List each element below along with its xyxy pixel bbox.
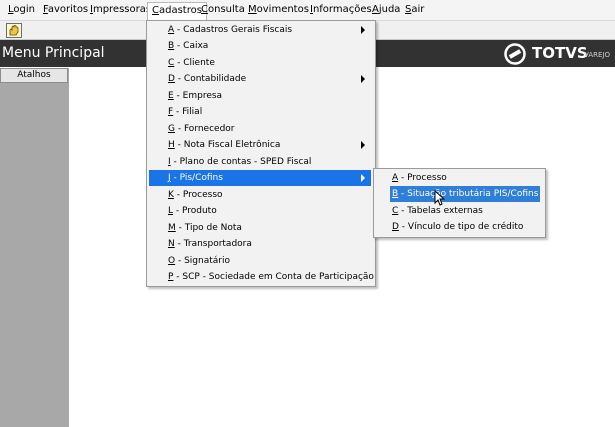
- menu-favoritos[interactable]: Favoritos: [43, 4, 88, 16]
- item-label: - Vínculo de tipo de crédito: [398, 222, 524, 232]
- item-label: - Nota Fiscal Eletrônica: [174, 140, 281, 150]
- menu-ajuda-label: juda: [378, 4, 401, 15]
- cadastros-item-g[interactable]: G - Fornecedor: [149, 121, 371, 137]
- menu-movimentos-label: ovimentos: [256, 4, 309, 15]
- menu-informacoes-label: nformações: [312, 4, 372, 15]
- cadastros-item-h[interactable]: H - Nota Fiscal Eletrônica: [149, 137, 371, 153]
- menu-consulta-label: onsulta: [207, 4, 245, 15]
- item-label: - Cadastros Gerais Fiscais: [174, 25, 293, 35]
- menu-impressoras-label: mpressoras: [92, 4, 152, 15]
- menu-consulta[interactable]: Consulta: [201, 4, 245, 16]
- item-label: - SCP - Sociedade em Conta de Participaç…: [173, 272, 374, 282]
- cadastros-item-e[interactable]: E - Empresa: [149, 88, 371, 104]
- menu-login-label: ogin: [13, 4, 35, 15]
- menu-ajuda-accel: A: [372, 4, 379, 15]
- menu-cadastros[interactable]: Cadastros: [147, 2, 207, 20]
- cadastros-item-l[interactable]: L - Produto: [149, 203, 371, 219]
- item-label: - Contabilidade: [174, 74, 247, 84]
- menu-movimentos[interactable]: Movimentos: [248, 4, 309, 16]
- item-label: - Processo: [398, 173, 447, 183]
- item-key: H: [168, 140, 175, 150]
- item-label: - Signatário: [175, 256, 230, 266]
- item-label: - Fornecedor: [174, 124, 235, 134]
- cadastros-item-f[interactable]: F - Filial: [149, 104, 371, 120]
- menu-favoritos-label: avoritos: [47, 4, 89, 15]
- item-key: N: [168, 239, 175, 249]
- menu-bar: Login Favoritos Impressoras Cadastros Co…: [0, 0, 615, 21]
- cadastros-menu: A - Cadastros Gerais Fiscais B - Caixa C…: [146, 20, 376, 287]
- cadastros-item-b[interactable]: B - Caixa: [149, 38, 371, 54]
- item-key: M: [168, 223, 176, 233]
- menu-sair[interactable]: Sair: [405, 4, 424, 16]
- item-label: - Caixa: [174, 41, 209, 51]
- toolbar-button[interactable]: [6, 23, 22, 38]
- menu-cadastros-accel: C: [152, 5, 159, 16]
- item-label: - Tipo de Nota: [175, 223, 242, 233]
- submenu-arrow-icon: [361, 174, 365, 182]
- item-label: - Produto: [173, 206, 217, 216]
- sidebar: Atalhos: [0, 68, 69, 427]
- item-label: - Empresa: [173, 91, 223, 101]
- cadastros-item-m[interactable]: M - Tipo de Nota: [149, 220, 371, 236]
- menu-impressoras[interactable]: Impressoras: [90, 4, 151, 16]
- item-key: D: [168, 74, 175, 84]
- submenu-arrow-icon: [361, 141, 365, 149]
- logo-subtext: VAREJO: [584, 51, 610, 59]
- cadastros-item-a[interactable]: A - Cadastros Gerais Fiscais: [149, 22, 371, 38]
- item-label: - Plano de contas - SPED Fiscal: [170, 157, 312, 167]
- submenu-arrow-icon: [361, 75, 365, 83]
- piscofins-item-d[interactable]: D - Vínculo de tipo de crédito: [390, 219, 540, 235]
- item-key: G: [168, 124, 175, 134]
- menu-cadastros-label: adastros: [158, 5, 202, 16]
- totvs-logo-icon: [504, 43, 526, 68]
- logo-text: TOTVS: [532, 44, 588, 62]
- item-label: - Processo: [173, 190, 223, 200]
- tab-atalhos[interactable]: Atalhos: [0, 68, 68, 83]
- item-label: - Cliente: [174, 58, 215, 68]
- piscofins-item-c[interactable]: C - Tabelas externas: [390, 203, 540, 219]
- menu-consulta-accel: C: [201, 4, 208, 15]
- cadastros-item-n[interactable]: N - Transportadora: [149, 236, 371, 252]
- menu-informacoes[interactable]: Informações: [310, 4, 372, 16]
- cadastros-item-i[interactable]: I - Plano de contas - SPED Fiscal: [149, 154, 371, 170]
- page-title: Menu Principal: [2, 45, 105, 61]
- piscofins-item-a[interactable]: A - Processo: [390, 170, 540, 186]
- cadastros-item-p[interactable]: P - SCP - Sociedade em Conta de Particip…: [149, 269, 374, 285]
- cadastros-item-j[interactable]: J - Pis/Cofins: [149, 170, 371, 186]
- cadastros-item-d[interactable]: D - Contabilidade: [149, 71, 371, 87]
- cadastros-item-c[interactable]: C - Cliente: [149, 55, 371, 71]
- item-label: - Transportadora: [174, 239, 252, 249]
- menu-movimentos-accel: M: [248, 4, 257, 15]
- item-label: - Filial: [173, 107, 203, 117]
- menu-sair-label: air: [411, 4, 425, 15]
- mouse-cursor-icon: [434, 189, 446, 209]
- piscofins-item-b[interactable]: B - Situação tributária PIS/Cofins: [390, 186, 540, 202]
- item-key: D: [392, 222, 399, 232]
- item-label: - Situação tributária PIS/Cofins: [398, 189, 539, 199]
- item-label: - Pis/Cofins: [170, 173, 223, 183]
- cadastros-item-k[interactable]: K - Processo: [149, 187, 371, 203]
- piscofins-submenu: A - Processo B - Situação tributária PIS…: [373, 168, 546, 238]
- submenu-arrow-icon: [361, 26, 365, 34]
- menu-login[interactable]: Login: [8, 4, 35, 16]
- menu-ajuda[interactable]: Ajuda: [372, 4, 400, 16]
- cadastros-item-o[interactable]: O - Signatário: [149, 253, 371, 269]
